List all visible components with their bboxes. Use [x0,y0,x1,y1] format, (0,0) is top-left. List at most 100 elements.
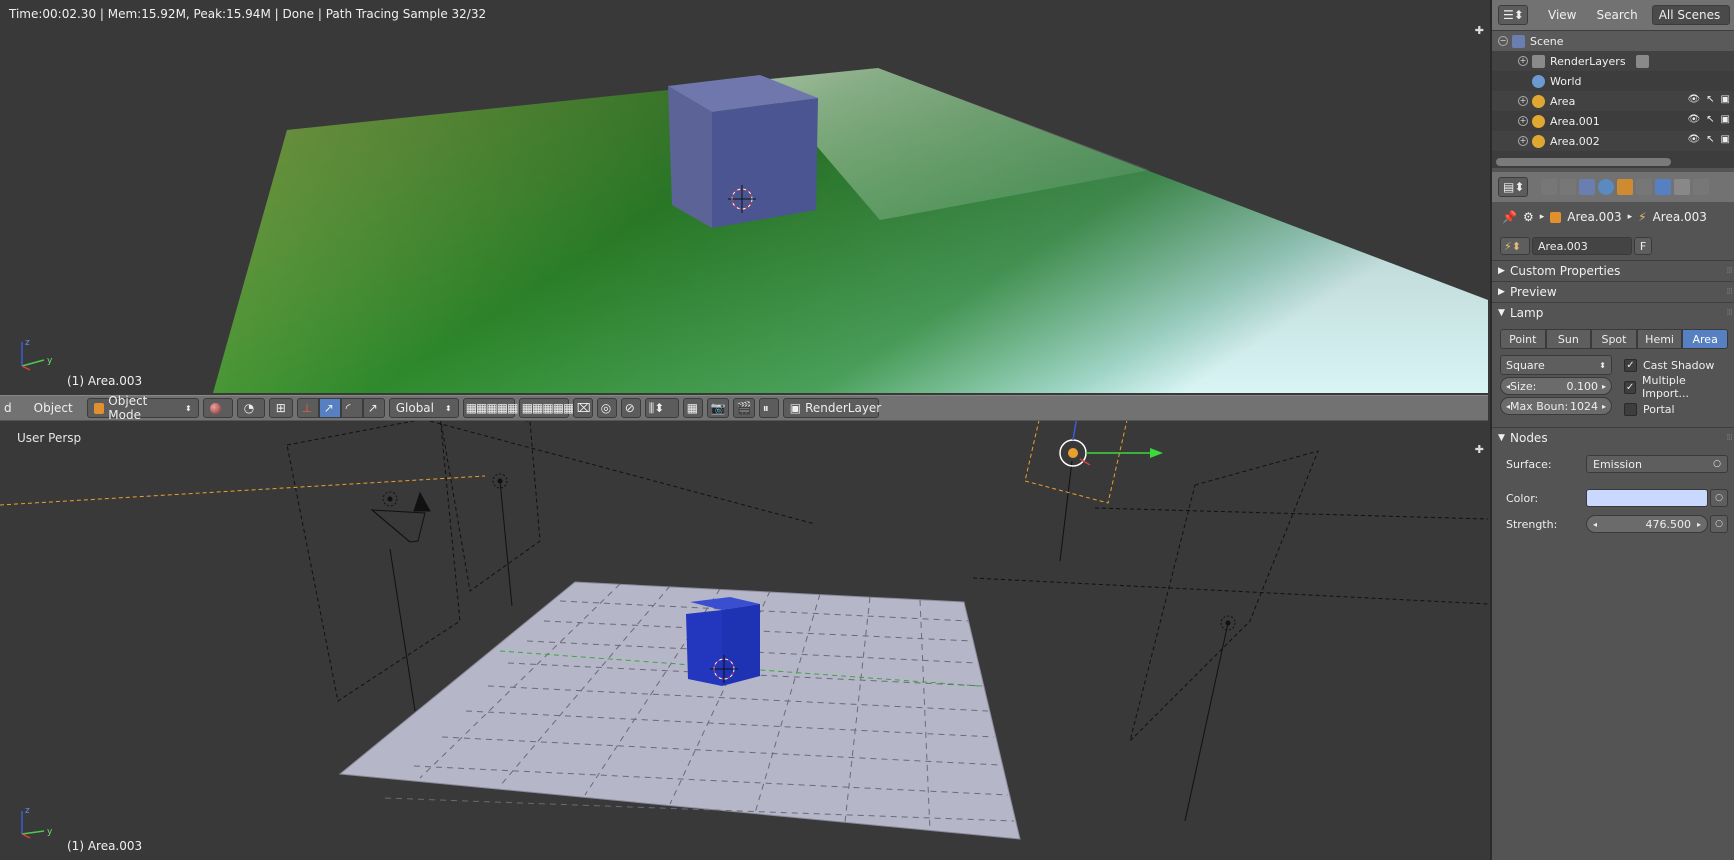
object-tab-icon[interactable] [1617,179,1633,195]
multiple-importance-checkbox[interactable]: ✓ Multiple Import... [1624,374,1728,400]
orientation-selector[interactable]: Global ⬍ [388,398,459,418]
fake-user-button[interactable]: F [1634,237,1652,255]
panel-grip-icon[interactable]: ⁞⁞⁞ [1726,287,1733,297]
cursor-icon[interactable]: ↖ [1706,114,1714,125]
check-icon: ✓ [1624,358,1637,372]
display-mode-selector[interactable]: All Scenes [1651,5,1730,25]
portal-checkbox[interactable]: Portal [1624,399,1728,419]
lamp-type-area[interactable]: Area [1682,329,1728,349]
scene-tab-icon[interactable] [1579,179,1595,195]
area-split-icon[interactable]: ✚ [1475,24,1484,37]
snap-element-selector[interactable]: ⫼⬍ [644,398,679,418]
opengl-render-button[interactable]: 📷 [706,398,729,418]
eye-icon[interactable]: 👁 [1687,94,1700,105]
select-menu[interactable]: d [0,401,16,415]
lamp-settings: Square ⬍ ◂ Size: 0.100 ▸ ◂ Max Boun: 102… [1500,355,1728,419]
move-tool[interactable]: ↗ [318,398,341,418]
pivot-selector[interactable]: ◔ [236,398,265,418]
max-bounces-field[interactable]: ◂ Max Boun: 1024 ▸ [1500,397,1612,415]
shape-selector[interactable]: Square ⬍ [1500,355,1612,375]
panel-nodes[interactable]: ▼ Nodes ⁞⁞⁞ [1492,427,1734,448]
mode-selector[interactable]: Object Mode ⬍ [86,394,199,422]
rendered-viewport[interactable]: z y Time:00:02.30 | Mem:15.92M, Peak:15.… [0,0,1488,393]
properties-editor-type[interactable]: ▤⬍ [1498,177,1528,197]
layer-buttons-1[interactable]: ▦▦▦▦▦ [462,398,518,418]
camera-icon[interactable]: ▣ [1721,94,1730,105]
panel-preview[interactable]: ▶ Preview ⁞⁞⁞ [1492,281,1734,302]
lamp-type-selector: Point Sun Spot Hemi Area [1500,329,1728,349]
panel-grip-icon[interactable]: ⁞⁞⁞ [1726,266,1733,276]
outliner-item-scene[interactable]: − Scene [1492,31,1734,51]
properties-header: ▤⬍ [1492,172,1734,202]
pause-render-button[interactable]: ⏸ [758,398,779,418]
datablock-name-field[interactable]: Area.003 [1532,237,1632,255]
surface-selector[interactable]: Emission ○ [1586,455,1728,473]
lamp-type-spot[interactable]: Spot [1591,329,1637,349]
texture-tab-icon[interactable] [1674,179,1690,195]
eye-icon[interactable]: 👁 [1687,114,1700,125]
eye-icon[interactable]: 👁 [1687,134,1700,145]
translate-tool[interactable]: ⊥ [296,398,319,418]
outliner-view-menu[interactable]: View [1544,8,1580,22]
expand-icon[interactable]: + [1518,116,1528,126]
socket-link-button[interactable]: ○ [1710,489,1728,507]
pin-icon[interactable]: 📌 [1502,210,1517,224]
lamp-type-sun[interactable]: Sun [1545,329,1592,349]
manipulator-toggle[interactable]: ⊞ [268,398,293,418]
render-layers-tab-icon[interactable] [1560,179,1576,195]
proportional-edit-button[interactable]: ◎ [596,398,617,418]
outliner: ☰⬍ View Search All Scenes − Scene + Rend… [1492,0,1734,168]
opengl-anim-button[interactable]: 🎬 [732,398,755,418]
panel-grip-icon[interactable]: ⁞⁞⁞ [1726,308,1733,318]
cube-render [668,75,818,228]
panel-lamp[interactable]: ▼ Lamp ⁞⁞⁞ [1492,302,1734,323]
world-tab-icon[interactable] [1598,179,1614,195]
cursor-icon[interactable]: ↖ [1706,134,1714,145]
camera-icon[interactable]: ▣ [1721,114,1730,125]
outliner-item-renderlayers[interactable]: + RenderLayers [1492,51,1734,71]
scale-tool[interactable]: ↗ [362,398,385,418]
color-swatch[interactable] [1586,489,1708,507]
render-layer-selector[interactable]: ▣ RenderLayer [782,398,881,418]
outliner-editor-type[interactable]: ☰⬍ [1498,5,1528,25]
cursor-icon[interactable]: ↖ [1706,94,1714,105]
snap-target-button[interactable]: ▦ [682,398,703,418]
outliner-header: ☰⬍ View Search All Scenes [1492,0,1734,30]
lamp-data-tab-icon[interactable] [1655,179,1671,195]
lamp-browse-button[interactable]: ⚡⬍ [1500,237,1530,255]
object-menu[interactable]: Object [30,401,77,415]
strength-field[interactable]: ◂ 476.500 ▸ [1586,515,1708,533]
physics-tab-icon[interactable] [1693,179,1709,195]
viewport-shading-selector[interactable] [202,398,233,418]
area-split-icon[interactable]: ✚ [1475,443,1484,456]
outliner-item-area-002[interactable]: + Area.002 👁 ↖ ▣ [1492,131,1734,151]
lock-layers-button[interactable]: ⌧ [572,398,593,418]
outliner-item-area-001[interactable]: + Area.001 👁 ↖ ▣ [1492,111,1734,131]
rotate-tool[interactable]: ◜ [340,398,363,418]
constraints-tab-icon[interactable] [1636,179,1652,195]
render-tab-icon[interactable] [1541,179,1557,195]
collapse-icon[interactable]: − [1498,36,1508,46]
panel-custom-properties[interactable]: ▶ Custom Properties ⁞⁞⁞ [1492,260,1734,281]
outliner-scrollbar[interactable] [1496,158,1671,166]
outliner-item-world[interactable]: World [1492,71,1734,91]
socket-link-button[interactable]: ○ [1710,515,1728,533]
solid-viewport[interactable]: z y User Persp (1) Area.003 ✚ [0,421,1488,860]
expand-icon[interactable]: + [1518,136,1528,146]
expand-icon[interactable]: + [1518,96,1528,106]
layer-buttons-2[interactable]: ▦▦▦▦▦ [518,398,574,418]
size-field[interactable]: ◂ Size: 0.100 ▸ [1500,377,1612,395]
cast-shadow-checkbox[interactable]: ✓ Cast Shadow [1624,355,1728,375]
outliner-item-area[interactable]: + Area 👁 ↖ ▣ [1492,91,1734,111]
socket-icon: ○ [1715,493,1723,503]
scene-icon [1512,34,1525,48]
lamp-type-point[interactable]: Point [1500,329,1546,349]
expand-icon[interactable]: + [1518,56,1528,66]
chevron-left-icon: ◂ [1593,519,1598,529]
panel-grip-icon[interactable]: ⁞⁞⁞ [1726,433,1733,443]
outliner-search-menu[interactable]: Search [1592,8,1641,22]
camera-icon[interactable]: ▣ [1721,134,1730,145]
lamp-type-hemi[interactable]: Hemi [1636,329,1683,349]
snap-toggle[interactable]: ⊘ [620,398,641,418]
surface-row: Surface: Emission ○ [1506,454,1728,474]
